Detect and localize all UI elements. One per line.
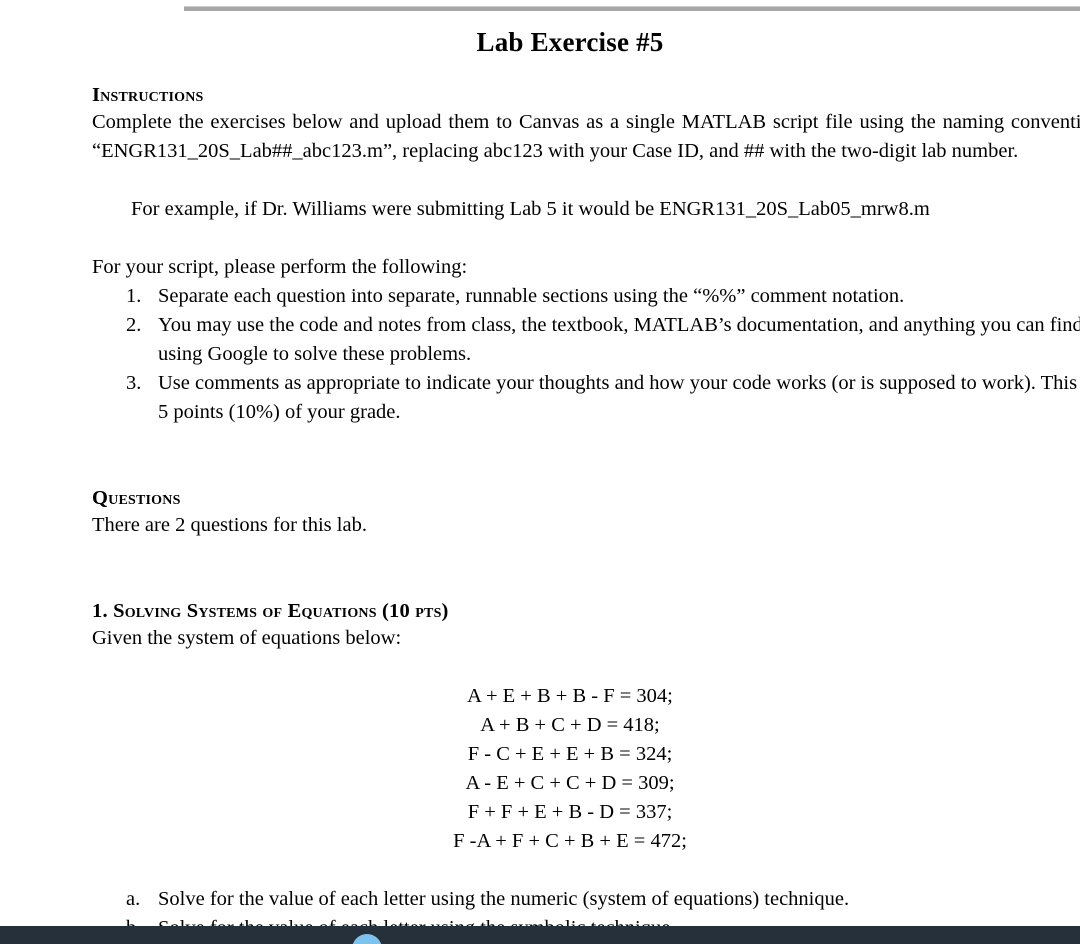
list-item-text: You may use the code and notes from clas…: [158, 314, 1080, 365]
header-divider: [184, 6, 1080, 11]
document-body: Instructions Complete the exercises belo…: [92, 82, 1080, 926]
list-item-marker: 1.: [126, 285, 142, 307]
taskbar[interactable]: [0, 926, 1080, 944]
list-item-text: Solve for the value of each letter using…: [158, 888, 850, 910]
script-intro: For your script, please perform the foll…: [92, 256, 468, 278]
list-item-marker: 3.: [126, 372, 142, 394]
equation-line: F -A + F + C + B + E = 472;: [453, 830, 687, 852]
document-viewport[interactable]: Lab Exercise #5 Instructions Complete th…: [0, 0, 1080, 926]
circle-app-icon[interactable]: [352, 934, 382, 944]
instructions-example: For example, if Dr. Williams were submit…: [131, 198, 930, 220]
equation-line: A - E + C + C + D = 309;: [465, 772, 675, 794]
instructions-list: 1. Separate each question into separate,…: [92, 282, 1080, 427]
list-item-marker: b.: [126, 914, 150, 926]
list-item-text: Separate each question into separate, ru…: [158, 285, 905, 307]
list-item: 3. Use comments as appropriate to indica…: [92, 369, 1080, 427]
page-title: Lab Exercise #5: [476, 27, 664, 57]
question-1-prompt: Given the system of equations below:: [92, 627, 402, 649]
question-1-heading: 1. Solving Systems of Equations (10 pts): [92, 600, 449, 622]
equation-line: F - C + E + E + B = 324;: [467, 743, 673, 765]
question-1-subitems: a. Solve for the value of each letter us…: [92, 885, 1080, 926]
list-item-marker: a.: [126, 888, 141, 910]
list-item: a. Solve for the value of each letter us…: [92, 885, 1080, 914]
list-item-text: Solve for the value of each letter using…: [158, 917, 675, 926]
equation-spacer: [92, 856, 1080, 885]
equation-line: A + E + B + B - F = 304;: [467, 685, 673, 707]
equation-line: A + B + C + D = 418;: [480, 714, 660, 736]
instructions-paragraph: Complete the exercises below and upload …: [92, 111, 1080, 162]
questions-intro: There are 2 questions for this lab.: [92, 514, 367, 536]
list-item: 1. Separate each question into separate,…: [92, 282, 1080, 311]
list-item-text: Use comments as appropriate to indicate …: [158, 372, 1080, 423]
list-item: 2. You may use the code and notes from c…: [92, 311, 1080, 369]
list-item: b. Solve for the value of each letter us…: [92, 914, 1080, 926]
list-item-marker: 2.: [126, 314, 142, 336]
equation-spacer: [92, 653, 1080, 682]
equation-line: F + F + E + B - D = 337;: [467, 801, 673, 823]
questions-heading: Questions: [92, 487, 181, 509]
equation-block: A + E + B + B - F = 304; A + B + C + D =…: [92, 682, 1048, 856]
instructions-heading: Instructions: [92, 84, 204, 106]
